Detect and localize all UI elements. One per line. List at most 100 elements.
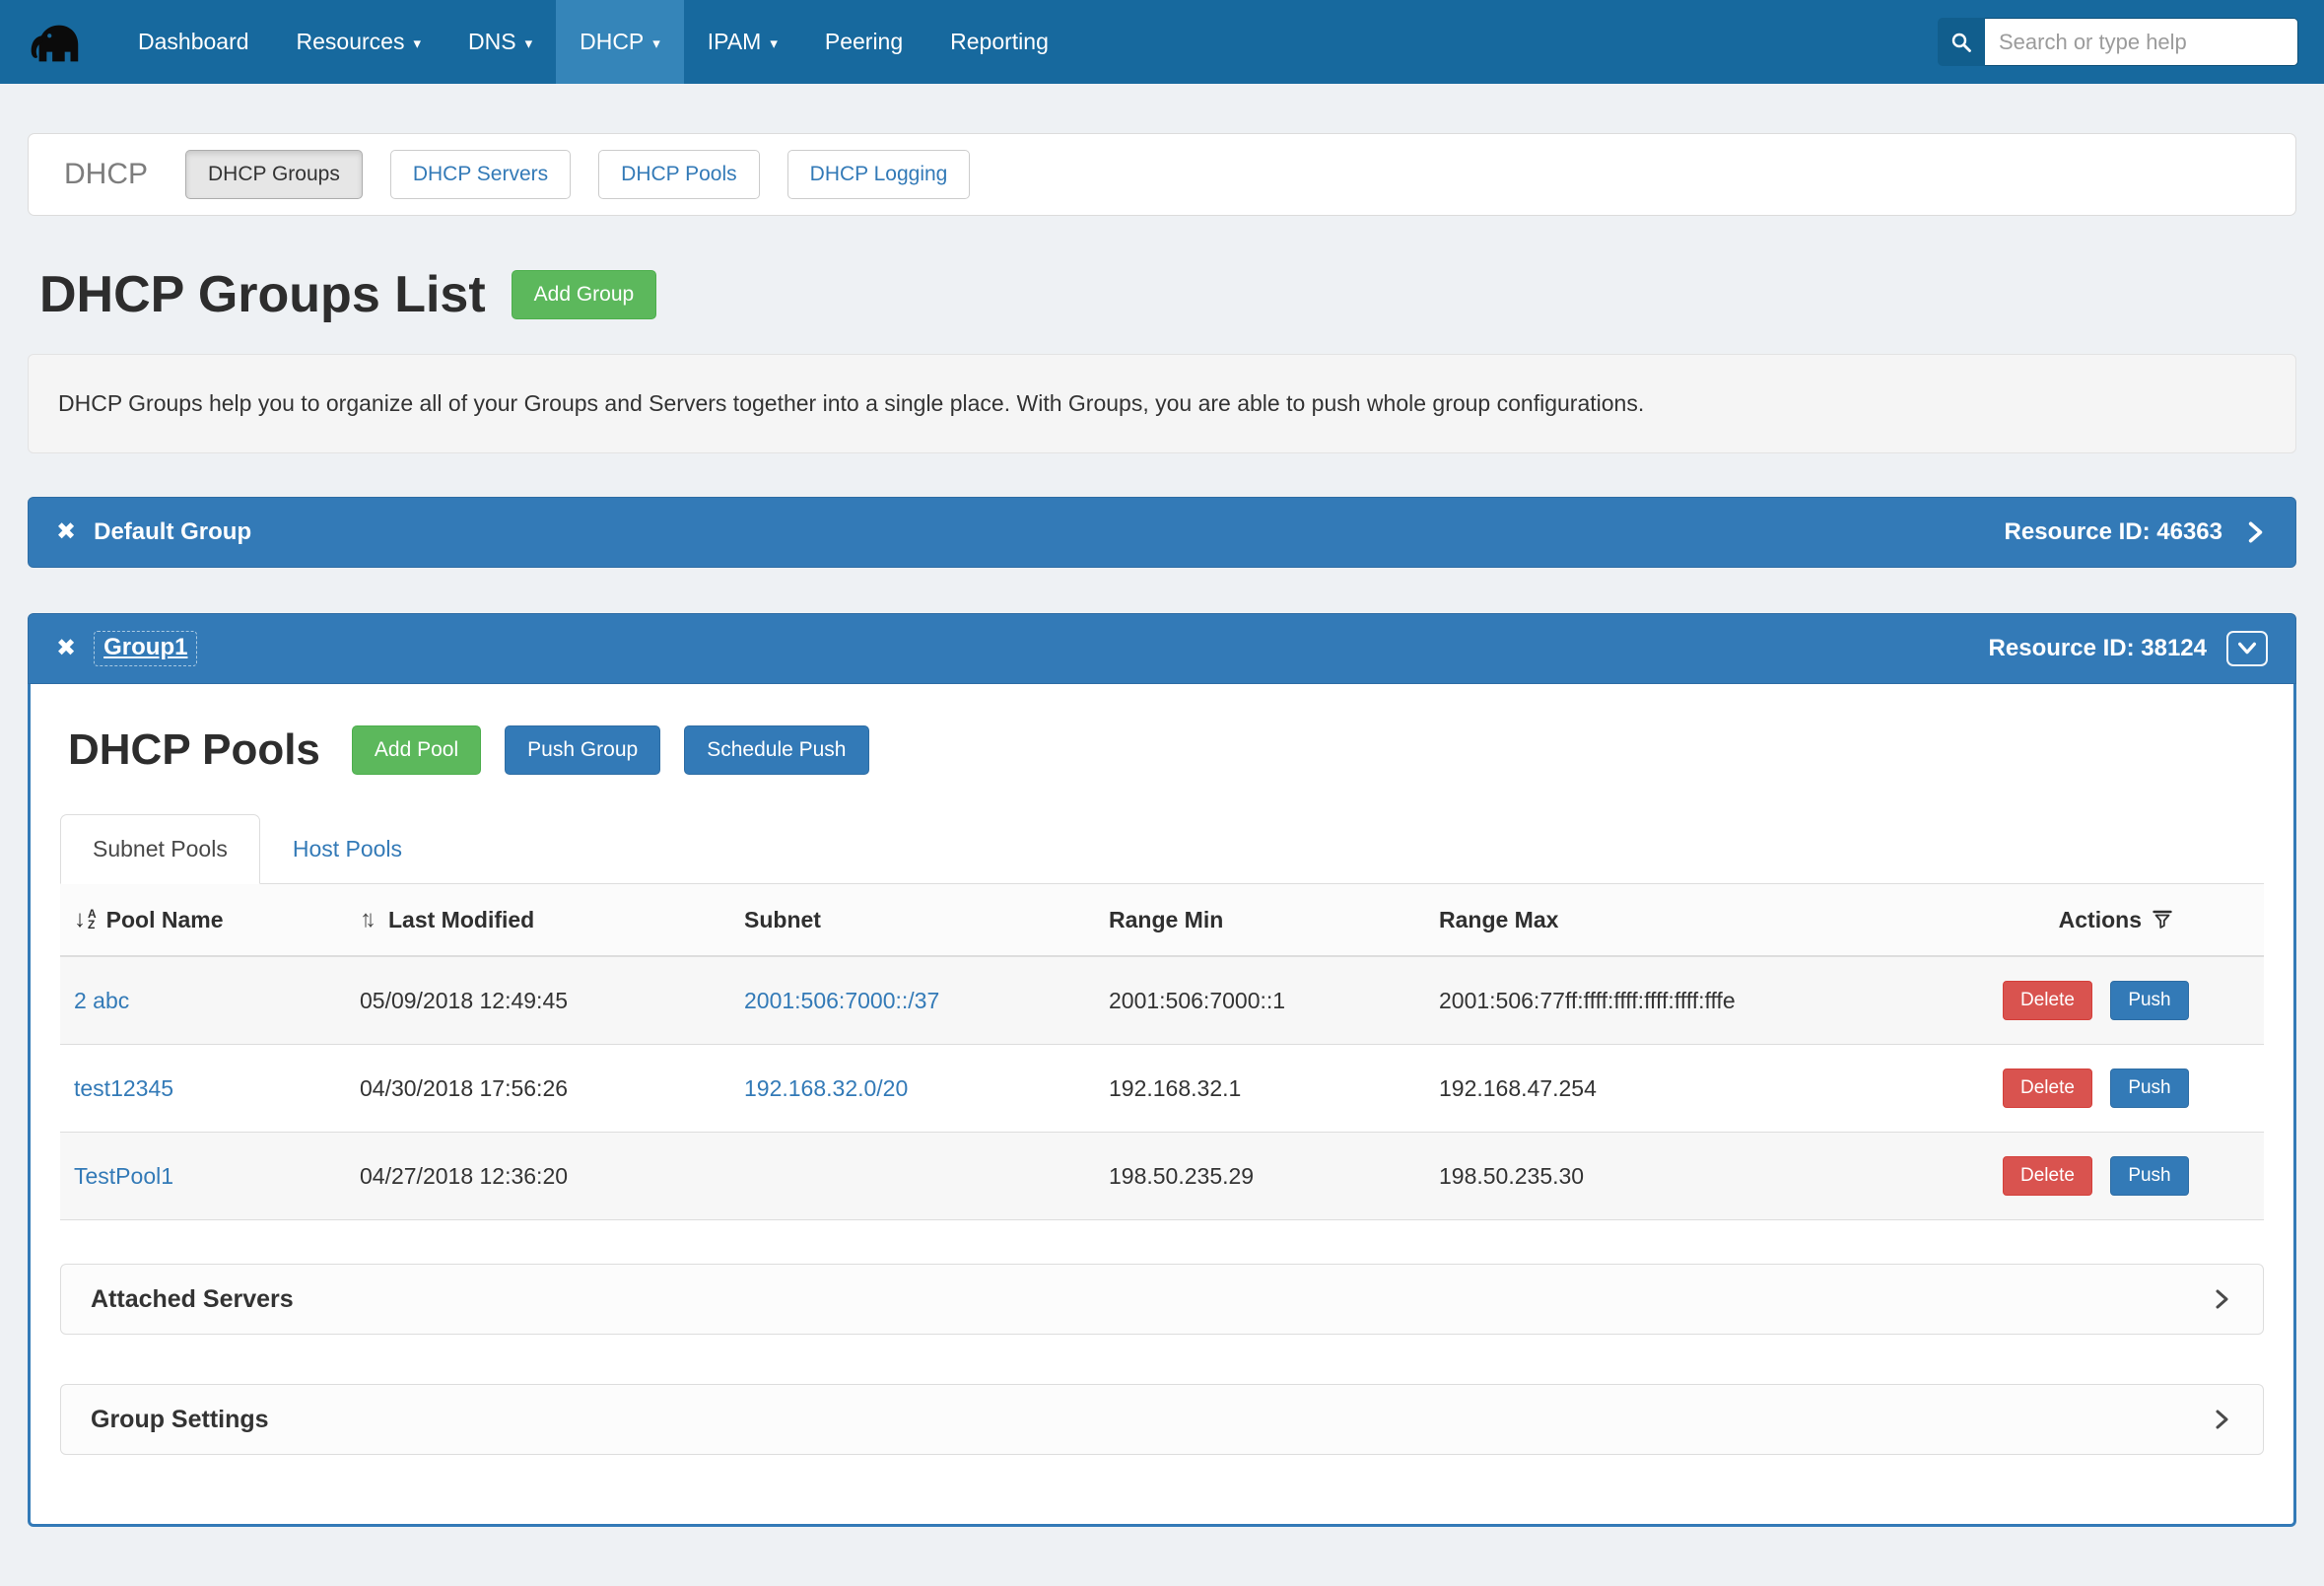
last-modified-value: 05/09/2018 12:49:45 [360, 988, 568, 1013]
pool-name-link[interactable]: test12345 [74, 1075, 173, 1101]
subnav-button-dhcp-servers[interactable]: DHCP Servers [390, 150, 571, 199]
nav-item-dashboard[interactable]: Dashboard [114, 0, 273, 84]
range-max-value: 2001:506:77ff:ffff:ffff:ffff:ffff:fffe [1439, 988, 1736, 1013]
chevron-down-icon[interactable] [2226, 631, 2268, 666]
sort-updown-icon[interactable]: ↑↓ [360, 906, 378, 933]
column-header-pool-name[interactable]: ↓ A Z Pool Name [60, 884, 346, 956]
caret-down-icon: ▾ [652, 36, 660, 51]
close-icon[interactable]: ✖ [56, 637, 76, 660]
accordion-label: Attached Servers [91, 1285, 294, 1314]
last-modified-value: 04/27/2018 12:36:20 [360, 1163, 568, 1189]
column-label: Pool Name [106, 907, 224, 933]
column-label: Actions [2059, 907, 2142, 933]
pools-header: DHCP Pools Add Pool Push Group Schedule … [68, 725, 2264, 775]
group-header-right: Resource ID: 46363 [2005, 518, 2268, 546]
group-panel-group1: ✖ Group1 Resource ID: 38124 DHCP Pools A… [28, 613, 2296, 1527]
tab-host-pools[interactable]: Host Pools [260, 814, 435, 884]
column-header-actions[interactable]: Actions [1977, 884, 2264, 956]
close-icon[interactable]: ✖ [56, 520, 76, 544]
range-min-value: 192.168.32.1 [1109, 1075, 1241, 1101]
subnet-link[interactable]: 2001:506:7000::/37 [744, 988, 939, 1013]
main-nav: Dashboard Resources ▾ DNS ▾ DHCP ▾ IPAM … [114, 0, 1072, 84]
column-header-range-max[interactable]: Range Max [1425, 884, 1977, 956]
push-button[interactable]: Push [2110, 1156, 2188, 1196]
accordion-attached-servers[interactable]: Attached Servers [60, 1264, 2264, 1335]
push-button[interactable]: Push [2110, 1069, 2188, 1108]
page-title-row: DHCP Groups List Add Group [39, 265, 2296, 324]
top-navbar: Dashboard Resources ▾ DNS ▾ DHCP ▾ IPAM … [0, 0, 2324, 84]
subnet-pools-table: ↓ A Z Pool Name ↑ [60, 884, 2264, 1220]
brand-logo[interactable] [20, 0, 93, 84]
pool-name-link[interactable]: TestPool1 [74, 1163, 173, 1189]
column-label: Range Max [1439, 907, 1558, 932]
nav-item-resources[interactable]: Resources ▾ [273, 0, 444, 84]
filter-icon[interactable] [2152, 909, 2173, 931]
group-header-right: Resource ID: 38124 [1989, 631, 2268, 666]
range-max-value: 198.50.235.30 [1439, 1163, 1584, 1189]
accordion-group-settings[interactable]: Group Settings [60, 1384, 2264, 1455]
groups-description: DHCP Groups help you to organize all of … [28, 354, 2296, 453]
column-header-subnet[interactable]: Subnet [730, 884, 1095, 956]
group-name-link[interactable]: Group1 [94, 631, 197, 666]
column-header-range-min[interactable]: Range Min [1095, 884, 1425, 956]
caret-down-icon: ▾ [525, 36, 533, 51]
delete-button[interactable]: Delete [2003, 1156, 2092, 1196]
accordion-label: Group Settings [91, 1406, 269, 1434]
push-button[interactable]: Push [2110, 981, 2188, 1020]
nav-label: Resources [297, 29, 405, 55]
navbar-search [1938, 0, 2298, 84]
delete-button[interactable]: Delete [2003, 1069, 2092, 1108]
nav-label: IPAM [708, 29, 762, 55]
column-label: Range Min [1109, 907, 1223, 932]
section-label: DHCP [64, 158, 148, 191]
column-label: Subnet [744, 907, 821, 932]
subnet-link[interactable]: 192.168.32.0/20 [744, 1075, 908, 1101]
subnav-button-dhcp-groups[interactable]: DHCP Groups [185, 150, 363, 199]
nav-item-reporting[interactable]: Reporting [926, 0, 1072, 84]
pool-table-row: 2 abc 05/09/2018 12:49:45 2001:506:7000:… [60, 956, 2264, 1045]
delete-button[interactable]: Delete [2003, 981, 2092, 1020]
page-content: DHCP DHCP Groups DHCP Servers DHCP Pools… [0, 84, 2324, 1586]
search-icon[interactable] [1938, 18, 1985, 66]
column-header-last-modified[interactable]: ↑↓ Last Modified [346, 884, 730, 956]
group-header-default-group[interactable]: ✖ Default Group Resource ID: 46363 [28, 497, 2296, 568]
subnav-button-dhcp-logging[interactable]: DHCP Logging [787, 150, 971, 199]
caret-down-icon: ▾ [770, 36, 778, 51]
nav-item-peering[interactable]: Peering [801, 0, 926, 84]
schedule-push-button[interactable]: Schedule Push [684, 725, 868, 775]
global-search-input[interactable] [1985, 18, 2298, 66]
chevron-right-icon[interactable] [2242, 519, 2268, 545]
pools-tabs: Subnet Pools Host Pools [60, 814, 2264, 884]
chevron-right-icon [2210, 1408, 2233, 1431]
sort-alpha-asc-icon[interactable]: ↓ A Z [74, 908, 97, 931]
nav-label: Peering [825, 29, 903, 55]
tab-subnet-pools[interactable]: Subnet Pools [60, 814, 260, 884]
group-name: Default Group [94, 518, 251, 546]
add-pool-button[interactable]: Add Pool [352, 725, 481, 775]
pool-table-row: TestPool1 04/27/2018 12:36:20 198.50.235… [60, 1133, 2264, 1220]
resource-id-label: Resource ID: 46363 [2005, 518, 2222, 546]
pool-name-link[interactable]: 2 abc [74, 988, 129, 1013]
subnav-button-dhcp-pools[interactable]: DHCP Pools [598, 150, 760, 199]
group-header-group1[interactable]: ✖ Group1 Resource ID: 38124 [28, 613, 2296, 684]
column-label: Last Modified [388, 907, 534, 933]
resource-id-label: Resource ID: 38124 [1989, 635, 2207, 662]
elephant-logo-icon [28, 17, 85, 68]
nav-item-dhcp[interactable]: DHCP ▾ [556, 0, 684, 84]
table-header-row: ↓ A Z Pool Name ↑ [60, 884, 2264, 956]
range-min-value: 198.50.235.29 [1109, 1163, 1254, 1189]
caret-down-icon: ▾ [413, 36, 421, 51]
nav-label: DHCP [580, 29, 644, 55]
pool-table-row: test12345 04/30/2018 17:56:26 192.168.32… [60, 1045, 2264, 1133]
pools-title: DHCP Pools [68, 725, 320, 775]
range-max-value: 192.168.47.254 [1439, 1075, 1597, 1101]
nav-item-ipam[interactable]: IPAM ▾ [684, 0, 801, 84]
group1-panel-body: DHCP Pools Add Pool Push Group Schedule … [28, 684, 2296, 1527]
add-group-button[interactable]: Add Group [512, 270, 657, 319]
nav-label: Dashboard [138, 29, 249, 55]
range-min-value: 2001:506:7000::1 [1109, 988, 1285, 1013]
dhcp-subnav: DHCP DHCP Groups DHCP Servers DHCP Pools… [28, 133, 2296, 216]
push-group-button[interactable]: Push Group [505, 725, 660, 775]
nav-item-dns[interactable]: DNS ▾ [444, 0, 556, 84]
chevron-right-icon [2210, 1287, 2233, 1311]
